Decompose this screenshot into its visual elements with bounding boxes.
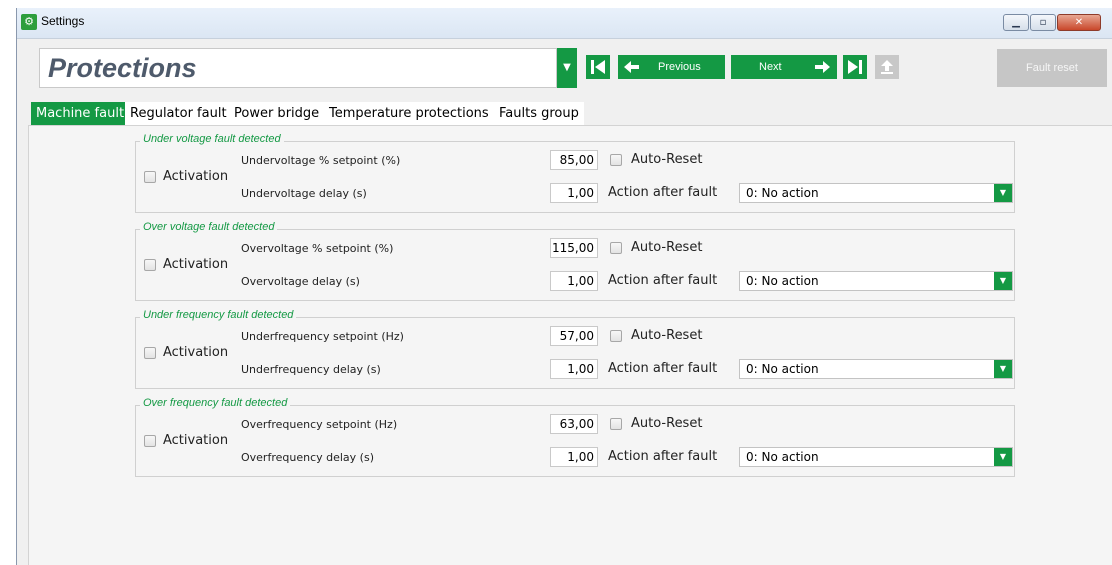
maximize-button[interactable]: ▫ [1030, 14, 1056, 31]
auto-reset-label: Auto-Reset [631, 416, 703, 431]
delay-input[interactable]: 1,00 [550, 447, 598, 467]
page-title: Protections [48, 53, 197, 83]
setpoint-label: Underfrequency setpoint (Hz) [241, 330, 404, 343]
chevron-down-icon: ▼ [994, 360, 1012, 378]
page-selector[interactable]: Protections [39, 48, 557, 88]
setpoint-label: Overfrequency setpoint (Hz) [241, 418, 398, 431]
setpoint-input[interactable]: 63,00 [550, 414, 598, 434]
group-title: Over voltage fault detected [140, 221, 278, 233]
group-title: Over frequency fault detected [140, 397, 291, 409]
minimize-button[interactable]: ▁ [1003, 14, 1029, 31]
action-after-fault-select[interactable]: 0: No action ▼ [739, 359, 1013, 379]
action-after-fault-select[interactable]: 0: No action ▼ [739, 271, 1013, 291]
action-after-fault-label: Action after fault [608, 361, 718, 376]
auto-reset-label: Auto-Reset [631, 240, 703, 255]
delay-label: Overvoltage delay (s) [241, 275, 360, 288]
action-after-fault-value: 0: No action [746, 274, 819, 288]
delay-label: Undervoltage delay (s) [241, 187, 367, 200]
arrow-left-icon [624, 61, 639, 73]
auto-reset-checkbox[interactable] [610, 330, 622, 342]
chevron-down-icon: ▼ [994, 272, 1012, 290]
tab-machine-fault[interactable]: Machine fault [31, 102, 125, 125]
last-page-button[interactable] [843, 55, 867, 79]
delay-input[interactable]: 1,00 [550, 271, 598, 291]
first-page-button[interactable] [586, 55, 610, 79]
maximize-icon: ▫ [1039, 17, 1047, 28]
tab-regulator-fault[interactable]: Regulator fault [125, 102, 229, 125]
setpoint-label: Overvoltage % setpoint (%) [241, 242, 394, 255]
tab-power-bridge[interactable]: Power bridge [229, 102, 324, 125]
activation-label: Activation [163, 257, 229, 272]
auto-reset-checkbox[interactable] [610, 242, 622, 254]
auto-reset-label: Auto-Reset [631, 328, 703, 343]
over-voltage-group: Over voltage fault detected Activation O… [135, 221, 1015, 301]
settings-gear-icon: ⚙ [21, 14, 37, 30]
skip-last-icon [848, 60, 862, 74]
chevron-down-icon: ▼ [994, 184, 1012, 202]
close-button[interactable]: ✕ [1057, 14, 1101, 31]
activation-label: Activation [163, 345, 229, 360]
setpoint-input[interactable]: 115,00 [550, 238, 598, 258]
previous-button[interactable]: Previous [618, 55, 725, 79]
action-after-fault-select[interactable]: 0: No action ▼ [739, 447, 1013, 467]
settings-window: ⚙ Settings ▁ ▫ ✕ Protections ▼ Previous … [16, 8, 1112, 565]
arrow-right-icon [815, 61, 830, 73]
skip-first-icon [591, 60, 605, 74]
activation-checkbox[interactable] [144, 171, 156, 183]
group-title: Under voltage fault detected [140, 133, 284, 145]
delay-input[interactable]: 1,00 [550, 183, 598, 203]
setpoint-input[interactable]: 85,00 [550, 150, 598, 170]
minimize-icon: ▁ [1012, 17, 1020, 28]
chevron-down-icon: ▼ [994, 448, 1012, 466]
next-label: Next [759, 61, 782, 73]
under-frequency-group: Under frequency fault detected Activatio… [135, 309, 1015, 389]
activation-label: Activation [163, 433, 229, 448]
action-after-fault-value: 0: No action [746, 186, 819, 200]
delay-label: Underfrequency delay (s) [241, 363, 381, 376]
action-after-fault-label: Action after fault [608, 273, 718, 288]
action-after-fault-value: 0: No action [746, 362, 819, 376]
delay-label: Overfrequency delay (s) [241, 451, 374, 464]
auto-reset-label: Auto-Reset [631, 152, 703, 167]
action-after-fault-label: Action after fault [608, 449, 718, 464]
fault-reset-button[interactable]: Fault reset [997, 49, 1107, 87]
tab-faults-group[interactable]: Faults group [494, 102, 584, 125]
activation-label: Activation [163, 169, 229, 184]
close-icon: ✕ [1074, 17, 1084, 28]
setpoint-label: Undervoltage % setpoint (%) [241, 154, 401, 167]
tab-temperature-protections[interactable]: Temperature protections [324, 102, 494, 125]
auto-reset-checkbox[interactable] [610, 418, 622, 430]
activation-checkbox[interactable] [144, 259, 156, 271]
action-after-fault-label: Action after fault [608, 185, 718, 200]
machine-fault-panel: Under voltage fault detected Activation … [28, 125, 1112, 565]
activation-checkbox[interactable] [144, 435, 156, 447]
activation-checkbox[interactable] [144, 347, 156, 359]
chevron-down-icon: ▼ [563, 62, 571, 73]
over-frequency-group: Over frequency fault detected Activation… [135, 397, 1015, 477]
setpoint-input[interactable]: 57,00 [550, 326, 598, 346]
upload-button[interactable] [875, 55, 899, 79]
title-bar: ⚙ Settings ▁ ▫ ✕ [17, 8, 1112, 39]
auto-reset-checkbox[interactable] [610, 154, 622, 166]
under-voltage-group: Under voltage fault detected Activation … [135, 133, 1015, 213]
action-after-fault-select[interactable]: 0: No action ▼ [739, 183, 1013, 203]
next-button[interactable]: Next [731, 55, 837, 79]
upload-arrow-icon [881, 60, 893, 74]
previous-label: Previous [658, 61, 701, 73]
window-title: Settings [41, 14, 85, 28]
group-title: Under frequency fault detected [140, 309, 297, 321]
page-selector-dropdown-button[interactable]: ▼ [557, 48, 577, 88]
action-after-fault-value: 0: No action [746, 450, 819, 464]
delay-input[interactable]: 1,00 [550, 359, 598, 379]
